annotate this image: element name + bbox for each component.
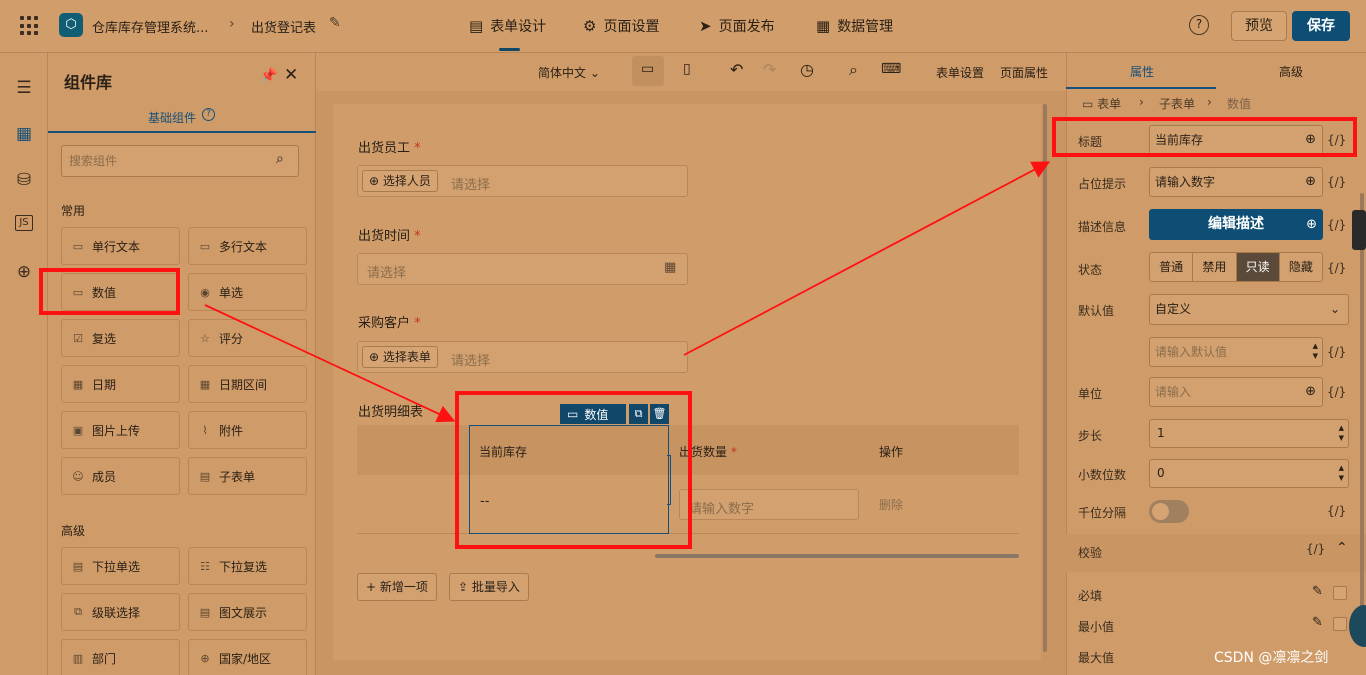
arrow-library-to-canvas xyxy=(204,304,456,423)
watermark: CSDN @凛凛之剑 xyxy=(1214,650,1329,666)
arrow-canvas-to-title xyxy=(683,161,1051,356)
annotation-arrows xyxy=(204,161,1051,423)
